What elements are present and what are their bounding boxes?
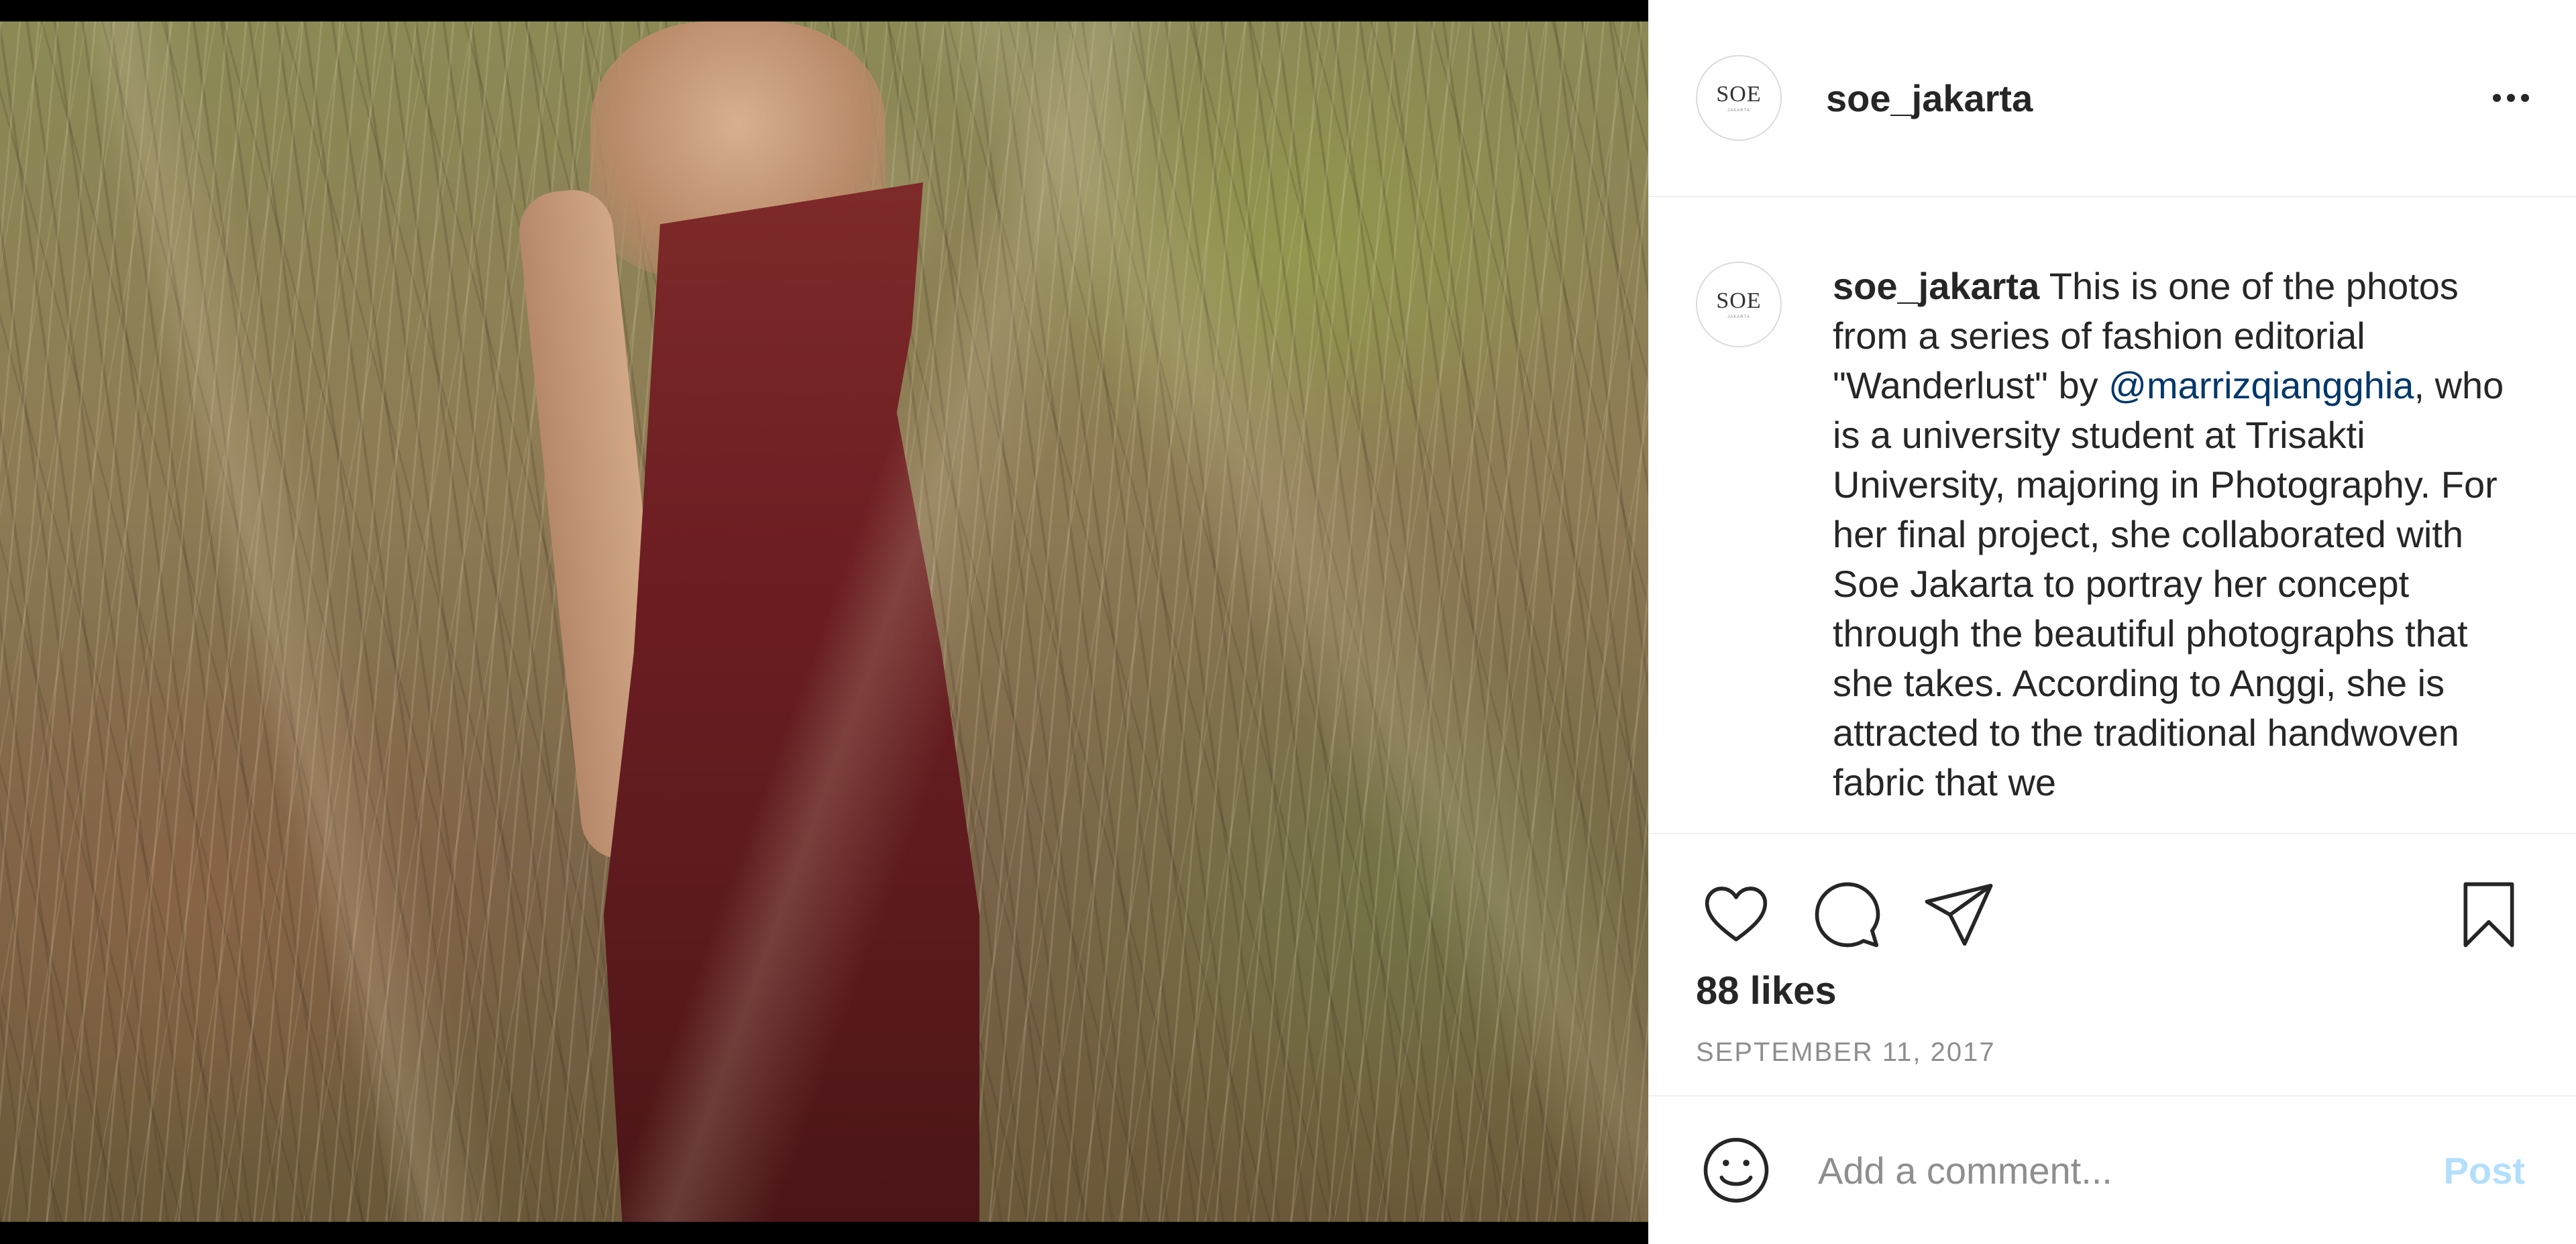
more-dot: [2493, 94, 2501, 102]
caption-mention-link[interactable]: @marrizqiangghia: [2108, 364, 2414, 406]
instagram-post-modal: SOE JAKARTA soe_jakarta SOE JAKARTA soe_…: [0, 0, 2576, 1244]
caption-body-end: , who is a university student at Trisakt…: [1833, 364, 2504, 803]
caption-avatar[interactable]: SOE JAKARTA: [1696, 262, 1782, 347]
avatar-logo-subtext: JAKARTA: [1727, 315, 1750, 319]
actions-block: 88 likes SEPTEMBER 11, 2017: [1649, 833, 2576, 1094]
avatar-logo-text: SOE: [1716, 82, 1762, 107]
more-dot: [2521, 94, 2529, 102]
caption-username[interactable]: soe_jakarta: [1833, 265, 2039, 307]
header-avatar[interactable]: SOE JAKARTA: [1696, 55, 1782, 141]
avatar-logo-subtext: JAKARTA: [1727, 109, 1750, 113]
more-dot: [2507, 94, 2515, 102]
post-side-panel: SOE JAKARTA soe_jakarta SOE JAKARTA soe_…: [1648, 0, 2576, 1244]
comment-bar: Post: [1649, 1095, 2576, 1244]
photo-foreground-blur: [0, 21, 1648, 1222]
paper-plane-icon[interactable]: [1919, 874, 1999, 955]
comment-input[interactable]: [1817, 1147, 2440, 1193]
post-date[interactable]: SEPTEMBER 11, 2017: [1696, 1037, 2529, 1068]
post-header: SOE JAKARTA soe_jakarta: [1649, 0, 2576, 197]
caption-area: SOE JAKARTA soe_jakarta This is one of t…: [1649, 197, 2576, 833]
likes-count[interactable]: 88 likes: [1696, 968, 2529, 1013]
caption-text: soe_jakarta This is one of the photos fr…: [1833, 262, 2529, 833]
more-horizontal-icon[interactable]: [2493, 94, 2529, 102]
action-icons-row: [1696, 834, 2529, 968]
heart-icon[interactable]: [1696, 874, 1776, 955]
bookmark-icon[interactable]: [2449, 874, 2529, 955]
comment-icon[interactable]: [1807, 874, 1888, 955]
smiley-icon[interactable]: [1696, 1130, 1776, 1210]
header-username[interactable]: soe_jakarta: [1826, 76, 2033, 120]
avatar-logo-text: SOE: [1716, 288, 1762, 313]
photo-pane: [0, 0, 1648, 1244]
post-photo[interactable]: [0, 21, 1648, 1222]
post-comment-button[interactable]: Post: [2440, 1148, 2529, 1193]
